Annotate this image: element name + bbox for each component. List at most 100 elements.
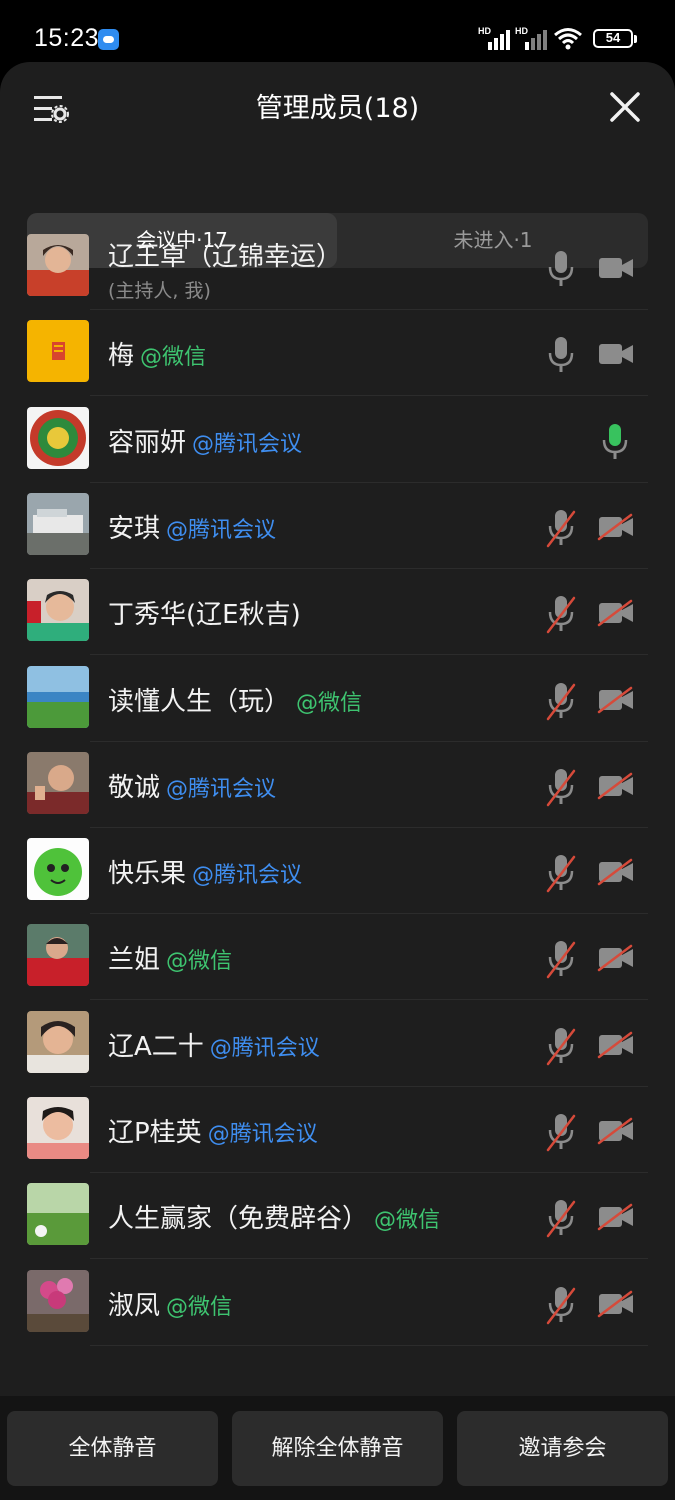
- camera-off-icon[interactable]: [597, 944, 635, 972]
- row-divider: [90, 1344, 648, 1346]
- mic-muted-icon[interactable]: [546, 1285, 576, 1325]
- member-avatar: [27, 1269, 89, 1332]
- member-avatar: [27, 751, 89, 814]
- member-source-tag: @腾讯会议: [192, 431, 303, 457]
- member-name: 辽王卓（辽锦幸运）: [108, 242, 343, 272]
- mic-muted-icon[interactable]: [546, 1198, 576, 1238]
- member-source-tag: @腾讯会议: [207, 1122, 318, 1147]
- member-name: 辽P桂英: [108, 1118, 202, 1148]
- member-source-tag: @腾讯会议: [166, 776, 277, 802]
- member-row[interactable]: 辽王卓（辽锦幸运） (主持人, 我): [0, 224, 675, 310]
- member-name-line: 淑凤 @微信: [108, 1285, 232, 1322]
- member-name: 敬诚: [108, 772, 161, 803]
- member-name-line: 兰姐 @微信: [108, 939, 232, 976]
- member-avatar: [27, 1183, 89, 1246]
- member-row[interactable]: 辽A二十 @腾讯会议: [0, 1001, 675, 1087]
- member-name-line: 读懂人生（玩） @微信: [108, 681, 362, 718]
- member-source-tag: @腾讯会议: [192, 863, 303, 889]
- mic-muted-icon[interactable]: [546, 1026, 576, 1066]
- member-avatar: [27, 665, 89, 728]
- mic-muted-icon[interactable]: [546, 939, 576, 979]
- close-icon[interactable]: [606, 88, 644, 126]
- member-row[interactable]: 敬诚 @腾讯会议: [0, 742, 675, 828]
- camera-off-icon[interactable]: [597, 1203, 635, 1231]
- cellular-signal-icon: HD: [478, 26, 510, 50]
- member-avatar: [27, 1010, 89, 1073]
- camera-off-icon[interactable]: [597, 599, 635, 627]
- member-source-tag: @微信: [374, 1208, 441, 1234]
- mic-icon[interactable]: [546, 249, 576, 289]
- mic-muted-icon[interactable]: [546, 508, 576, 548]
- member-avatar: [27, 406, 89, 469]
- member-avatar: [27, 1097, 89, 1159]
- unmute-all-button[interactable]: 解除全体静音: [232, 1411, 443, 1486]
- member-name: 丁秀华(辽E秋吉): [108, 600, 301, 631]
- member-name-line: 安琪 @腾讯会议: [108, 508, 276, 545]
- member-avatar: [27, 579, 89, 642]
- mic-muted-icon[interactable]: [546, 1112, 576, 1152]
- member-source-tag: @微信: [140, 345, 207, 371]
- battery-level: 54: [605, 30, 621, 45]
- member-name-line: 丁秀华(辽E秋吉): [108, 594, 301, 631]
- member-avatar: [27, 492, 89, 555]
- action-bar: 全体静音 解除全体静音 邀请参会: [0, 1396, 675, 1500]
- member-row[interactable]: 兰姐 @微信: [0, 914, 675, 1001]
- member-row[interactable]: 淑凤 @微信: [0, 1260, 675, 1346]
- member-row[interactable]: 安琪 @腾讯会议: [0, 483, 675, 569]
- mic-muted-icon[interactable]: [546, 594, 576, 634]
- camera-off-icon[interactable]: [597, 686, 635, 714]
- member-row[interactable]: 容丽妍 @腾讯会议: [0, 397, 675, 483]
- member-name: 读懂人生（玩）: [108, 686, 291, 717]
- member-name-line: 快乐果 @腾讯会议: [108, 853, 302, 890]
- signal-hd-label: HD: [478, 26, 491, 36]
- member-row[interactable]: 人生赢家（免费辟谷） @微信: [0, 1173, 675, 1260]
- invite-button[interactable]: 邀请参会: [457, 1411, 668, 1486]
- camera-off-icon[interactable]: [597, 1031, 635, 1059]
- member-source-tag: @腾讯会议: [209, 1035, 320, 1061]
- member-name-line: 辽王卓（辽锦幸运）: [108, 236, 342, 273]
- camera-icon[interactable]: [597, 254, 635, 282]
- member-role: (主持人, 我): [108, 280, 211, 302]
- mute-all-button[interactable]: 全体静音: [7, 1411, 218, 1486]
- member-name: 梅: [108, 341, 135, 372]
- camera-off-icon[interactable]: [597, 858, 635, 886]
- member-name: 兰姐: [108, 945, 161, 976]
- member-name-line: 辽A二十 @腾讯会议: [108, 1026, 320, 1063]
- member-name: 人生赢家（免费辟谷）: [108, 1204, 369, 1235]
- mic-muted-icon[interactable]: [546, 853, 576, 893]
- member-avatar: [27, 924, 89, 987]
- member-source-tag: @腾讯会议: [166, 517, 277, 543]
- mic-muted-icon[interactable]: [546, 681, 576, 721]
- member-name-line: 辽P桂英 @腾讯会议: [108, 1112, 318, 1149]
- member-row[interactable]: 梅 @微信: [0, 310, 675, 397]
- mic-icon[interactable]: [600, 422, 630, 462]
- mic-muted-icon[interactable]: [546, 767, 576, 807]
- member-avatar: [27, 320, 89, 383]
- member-row[interactable]: 丁秀华(辽E秋吉): [0, 569, 675, 656]
- member-source-tag: @微信: [296, 690, 363, 716]
- mic-icon[interactable]: [546, 335, 576, 375]
- member-name-line: 敬诚 @腾讯会议: [108, 767, 276, 804]
- member-name-line: 梅 @微信: [108, 335, 206, 372]
- status-time: 15:23: [34, 24, 100, 52]
- member-name: 容丽妍: [108, 427, 187, 458]
- member-name-line: 容丽妍 @腾讯会议: [108, 422, 302, 459]
- member-row[interactable]: 辽P桂英 @腾讯会议: [0, 1087, 675, 1173]
- camera-off-icon[interactable]: [597, 772, 635, 800]
- wifi-icon: [554, 28, 582, 50]
- status-bar: 15:23 HD HD 54: [0, 0, 675, 62]
- camera-off-icon[interactable]: [597, 1290, 635, 1318]
- member-row[interactable]: 读懂人生（玩） @微信: [0, 656, 675, 742]
- camera-icon[interactable]: [597, 340, 635, 368]
- member-row[interactable]: 快乐果 @腾讯会议: [0, 828, 675, 915]
- member-name: 安琪: [108, 513, 161, 544]
- cellular-signal-icon-2: HD: [515, 26, 547, 50]
- page-title: 管理成员(18): [255, 93, 420, 124]
- member-name: 辽A二十: [108, 1031, 204, 1062]
- member-name: 快乐果: [108, 859, 187, 890]
- member-source-tag: @微信: [166, 949, 233, 975]
- member-name-line: 人生赢家（免费辟谷） @微信: [108, 1198, 440, 1235]
- camera-off-icon[interactable]: [597, 1117, 635, 1145]
- battery-icon: 54: [593, 29, 633, 48]
- camera-off-icon[interactable]: [597, 513, 635, 541]
